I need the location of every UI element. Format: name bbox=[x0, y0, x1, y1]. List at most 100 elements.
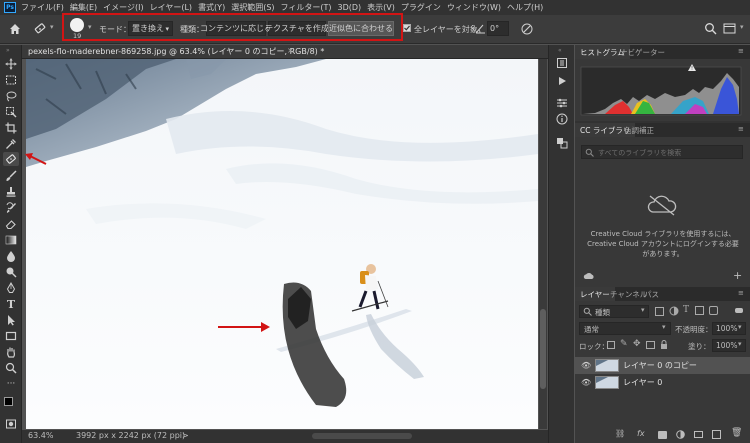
horizontal-scrollbar[interactable] bbox=[312, 433, 412, 439]
menu-help[interactable]: ヘルプ(H) bbox=[507, 2, 543, 13]
fill-input[interactable]: 100% ▾ bbox=[712, 339, 746, 352]
angle-input[interactable]: 0° bbox=[487, 21, 509, 36]
path-selection-tool-icon[interactable] bbox=[3, 313, 19, 327]
layer-style-icon[interactable]: fx bbox=[637, 429, 645, 438]
workspace-chevron-icon[interactable]: ▾ bbox=[740, 23, 744, 31]
filter-adjustment-icon[interactable] bbox=[669, 306, 679, 319]
new-layer-icon[interactable] bbox=[712, 430, 721, 439]
visibility-eye-icon[interactable]: 👁 bbox=[581, 361, 591, 370]
new-group-icon[interactable] bbox=[694, 431, 703, 438]
document-canvas[interactable] bbox=[26, 59, 538, 429]
pen-tool-icon[interactable] bbox=[3, 281, 19, 295]
workspace-icon[interactable] bbox=[723, 22, 736, 35]
dodge-tool-icon[interactable] bbox=[3, 265, 19, 279]
marquee-tool-icon[interactable] bbox=[3, 73, 19, 87]
menu-edit[interactable]: 編集(E) bbox=[70, 2, 97, 13]
layer-row[interactable]: 👁 レイヤー 0 のコピー bbox=[575, 357, 750, 374]
search-icon[interactable] bbox=[704, 22, 717, 35]
blend-mode-select[interactable]: 通常 ▾ bbox=[579, 322, 671, 335]
menu-view[interactable]: 表示(V) bbox=[367, 2, 395, 13]
eraser-tool-icon[interactable] bbox=[3, 217, 19, 231]
menu-filter[interactable]: フィルター(T) bbox=[281, 2, 332, 13]
menu-layer[interactable]: レイヤー(L) bbox=[150, 2, 192, 13]
opacity-input[interactable]: 100% ▾ bbox=[712, 322, 746, 335]
lock-position-icon[interactable]: ✥ bbox=[633, 339, 641, 349]
filter-pixel-icon[interactable] bbox=[655, 307, 664, 316]
add-mask-icon[interactable] bbox=[658, 431, 667, 439]
library-search-field[interactable]: すべてのライブラリを検索 bbox=[581, 145, 743, 159]
add-library-icon[interactable]: + bbox=[733, 269, 742, 282]
cloud-sync-icon[interactable] bbox=[583, 271, 594, 283]
object-selection-tool-icon[interactable] bbox=[3, 105, 19, 119]
spot-healing-brush-icon[interactable] bbox=[33, 22, 47, 36]
library-login-message: Creative Cloud ライブラリを使用するには、Creative Clo… bbox=[587, 230, 739, 258]
toolbar-collapse-icon[interactable]: » bbox=[6, 47, 10, 54]
menu-window[interactable]: ウィンドウ(W) bbox=[447, 2, 501, 13]
eyedropper-tool-icon[interactable] bbox=[3, 137, 19, 151]
menu-3d[interactable]: 3D(D) bbox=[338, 3, 362, 12]
tab-paths[interactable]: パス bbox=[639, 287, 664, 301]
move-tool-icon[interactable] bbox=[3, 57, 19, 71]
tab-navigator[interactable]: ナビゲーター bbox=[615, 45, 670, 59]
clone-stamp-tool-icon[interactable] bbox=[3, 185, 19, 199]
delete-layer-icon[interactable]: 🗑 bbox=[731, 428, 742, 438]
more-tools-icon[interactable]: ··· bbox=[3, 377, 19, 391]
lock-transparency-icon[interactable] bbox=[607, 341, 615, 349]
canvas-vertical-scrollbar[interactable] bbox=[539, 59, 547, 429]
sample-all-layers-checkbox[interactable] bbox=[403, 24, 411, 32]
pressure-size-icon[interactable] bbox=[520, 22, 534, 36]
lock-all-icon[interactable] bbox=[660, 340, 668, 353]
zoom-tool-icon[interactable] bbox=[3, 361, 19, 375]
properties-icon[interactable] bbox=[556, 97, 568, 112]
menu-select[interactable]: 選択範囲(S) bbox=[231, 2, 274, 13]
tab-adjustments[interactable]: 色調補正 bbox=[619, 123, 659, 137]
filter-toggle[interactable] bbox=[735, 308, 743, 313]
menu-image[interactable]: イメージ(I) bbox=[103, 2, 143, 13]
actions-play-icon[interactable] bbox=[556, 75, 568, 90]
menu-file[interactable]: ファイル(F) bbox=[21, 2, 64, 13]
quick-mask-icon[interactable] bbox=[3, 417, 19, 431]
lock-artboard-icon[interactable] bbox=[646, 341, 655, 349]
photoshop-logo[interactable]: Ps bbox=[4, 2, 16, 13]
blur-tool-icon[interactable] bbox=[3, 249, 19, 263]
home-icon[interactable] bbox=[8, 22, 22, 36]
rectangle-tool-icon[interactable] bbox=[3, 329, 19, 343]
gradient-tool-icon[interactable] bbox=[3, 233, 19, 247]
glyphs-icon[interactable] bbox=[556, 137, 568, 152]
adjustment-layer-icon[interactable] bbox=[676, 430, 685, 442]
filter-chevron-icon: ▾ bbox=[641, 306, 645, 314]
info-icon[interactable] bbox=[556, 113, 568, 128]
status-arrow-icon[interactable]: > bbox=[182, 431, 189, 440]
close-document-icon[interactable]: × bbox=[287, 46, 294, 55]
visibility-eye-icon[interactable]: 👁 bbox=[581, 378, 591, 387]
layers-menu-icon[interactable]: ≡ bbox=[738, 289, 744, 297]
history-icon[interactable] bbox=[556, 57, 568, 72]
menu-type[interactable]: 書式(Y) bbox=[198, 2, 225, 13]
lasso-tool-icon[interactable] bbox=[3, 89, 19, 103]
iconstrip-collapse-icon[interactable]: « bbox=[558, 47, 562, 54]
brush-tool-icon[interactable] bbox=[3, 169, 19, 183]
blend-mode-value: 通常 bbox=[584, 325, 599, 334]
tools-panel: » T ··· bbox=[0, 45, 22, 443]
lock-pixels-icon[interactable]: ✎ bbox=[620, 339, 628, 349]
layer-row[interactable]: 👁 レイヤー 0 bbox=[575, 374, 750, 391]
filter-smart-object-icon[interactable] bbox=[709, 306, 718, 315]
spot-healing-tool-icon[interactable] bbox=[3, 152, 19, 166]
hand-tool-icon[interactable] bbox=[3, 345, 19, 359]
history-brush-tool-icon[interactable] bbox=[3, 201, 19, 215]
library-tabbar: CC ライブラリ 色調補正 ≡ bbox=[575, 123, 750, 137]
document-tab[interactable]: pexels-flo-maderebner-869258.jpg @ 63.4%… bbox=[22, 45, 567, 59]
filter-type-icon[interactable]: T bbox=[683, 305, 689, 315]
scrollbar-thumb[interactable] bbox=[540, 309, 546, 389]
layer-filter-select[interactable]: 種類 ▾ bbox=[579, 305, 649, 318]
foreground-color-swatch[interactable] bbox=[4, 397, 13, 406]
histogram-menu-icon[interactable]: ≡ bbox=[738, 47, 744, 55]
tool-preset-chevron-icon[interactable]: ▾ bbox=[50, 23, 54, 31]
library-menu-icon[interactable]: ≡ bbox=[738, 125, 744, 133]
crop-tool-icon[interactable] bbox=[3, 121, 19, 135]
menu-plugins[interactable]: プラグイン bbox=[401, 2, 441, 13]
zoom-level[interactable]: 63.4% bbox=[28, 431, 53, 440]
filter-shape-icon[interactable] bbox=[695, 306, 704, 315]
link-layers-icon[interactable]: ⛓ bbox=[615, 429, 625, 438]
type-tool-icon[interactable]: T bbox=[3, 297, 19, 311]
